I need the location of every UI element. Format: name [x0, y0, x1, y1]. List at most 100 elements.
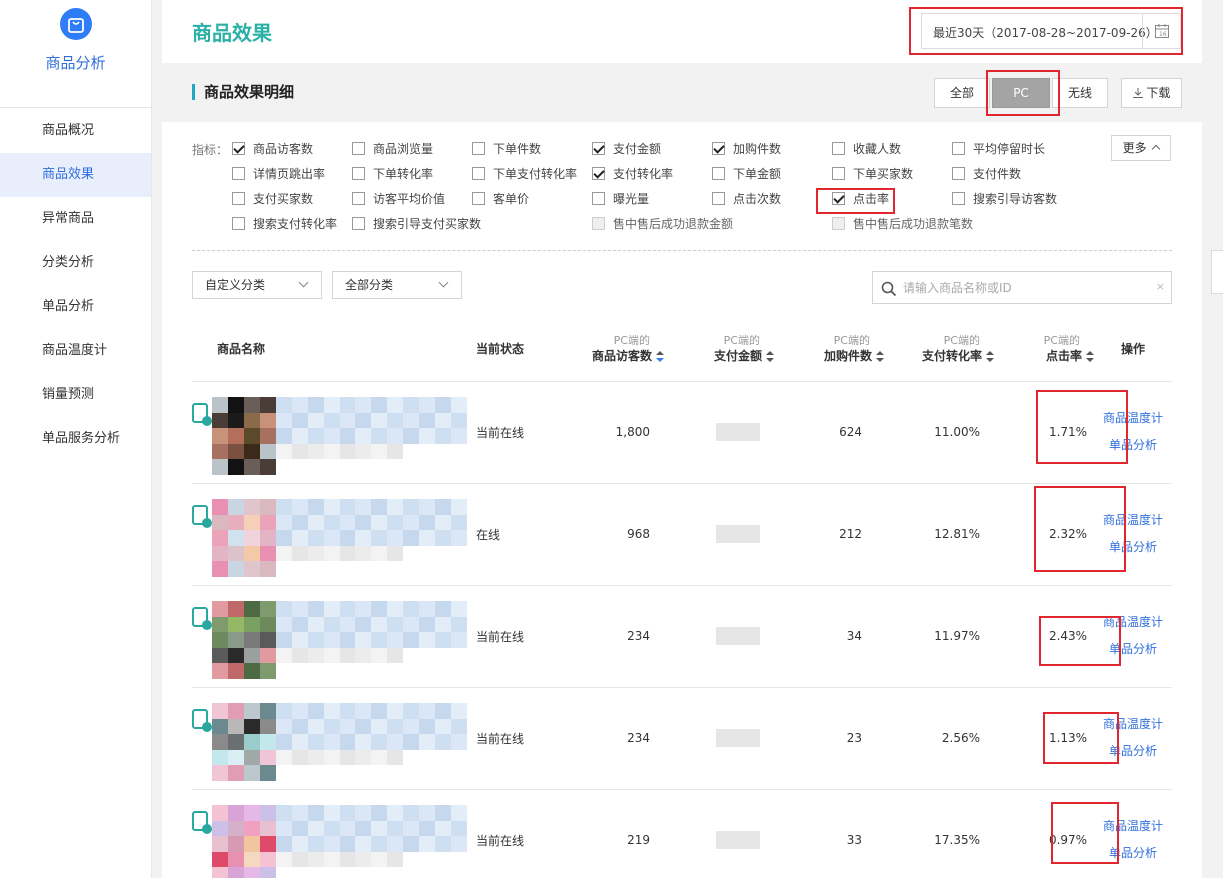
- sort-icon[interactable]: [766, 350, 774, 363]
- metric-checkbox[interactable]: 搜索支付转化率: [232, 217, 337, 233]
- metric-checkbox[interactable]: 加购件数: [712, 142, 781, 158]
- single-analysis-link[interactable]: 单品分析: [1094, 738, 1172, 765]
- product-thumb[interactable]: [192, 387, 467, 477]
- thermometer-link[interactable]: 商品温度计: [1094, 507, 1172, 534]
- single-analysis-link[interactable]: 单品分析: [1094, 432, 1172, 459]
- sidebar-item-thermometer[interactable]: 商品温度计: [0, 329, 151, 373]
- checkbox-box[interactable]: [472, 142, 485, 155]
- checkbox-box[interactable]: [952, 142, 965, 155]
- sidebar-item-service[interactable]: 单品服务分析: [0, 417, 151, 461]
- segment-pc[interactable]: PC: [992, 78, 1050, 108]
- checkbox-box[interactable]: [232, 217, 245, 230]
- sort-icon[interactable]: [986, 350, 994, 363]
- sidebar-item-effect[interactable]: 商品效果: [0, 153, 151, 197]
- checkbox-box[interactable]: [352, 167, 365, 180]
- sort-icon[interactable]: [656, 350, 664, 363]
- col-conv[interactable]: PC端的 支付转化率: [884, 318, 994, 382]
- metric-checkbox[interactable]: 平均停留时长: [952, 142, 1045, 158]
- sort-icon[interactable]: [876, 350, 884, 363]
- metric-checkbox[interactable]: 下单件数: [472, 142, 541, 158]
- all-category-select[interactable]: 全部分类: [332, 271, 462, 299]
- checkbox-box[interactable]: [472, 192, 485, 205]
- feedback-tab[interactable]: [1211, 250, 1223, 294]
- checkbox-box[interactable]: [592, 167, 605, 180]
- single-analysis-link[interactable]: 单品分析: [1094, 840, 1172, 867]
- search-input[interactable]: [903, 278, 1153, 298]
- checkbox-box[interactable]: [592, 142, 605, 155]
- product-cell[interactable]: [192, 483, 476, 586]
- more-button[interactable]: 更多: [1111, 135, 1171, 161]
- metric-checkbox[interactable]: 点击率: [832, 192, 889, 208]
- metric-checkbox[interactable]: 访客平均价值: [352, 192, 445, 208]
- metric-checkbox[interactable]: 支付转化率: [592, 167, 673, 183]
- col-visitors[interactable]: PC端的 商品访客数: [556, 318, 664, 382]
- checkbox-box[interactable]: [832, 167, 845, 180]
- segment-all[interactable]: 全部: [934, 78, 990, 108]
- checkbox-box[interactable]: [952, 192, 965, 205]
- product-cell[interactable]: [192, 381, 476, 484]
- col-pay[interactable]: PC端的 支付金额: [664, 318, 774, 382]
- product-cell[interactable]: [192, 687, 476, 790]
- thermometer-link[interactable]: 商品温度计: [1094, 711, 1172, 738]
- thermometer-link[interactable]: 商品温度计: [1094, 813, 1172, 840]
- sidebar-item-forecast[interactable]: 销量预测: [0, 373, 151, 417]
- product-thumb[interactable]: [192, 489, 467, 579]
- metric-checkbox[interactable]: 搜索引导支付买家数: [352, 217, 481, 233]
- checkbox-box[interactable]: [592, 192, 605, 205]
- sort-icon[interactable]: [1086, 350, 1094, 363]
- col-ctr[interactable]: PC端的 点击率: [994, 318, 1094, 382]
- checkbox-box[interactable]: [712, 142, 725, 155]
- checkbox-box[interactable]: [832, 192, 845, 205]
- sidebar-item-category[interactable]: 分类分析: [0, 241, 151, 285]
- product-thumb[interactable]: [192, 693, 467, 783]
- thermometer-link[interactable]: 商品温度计: [1094, 609, 1172, 636]
- single-analysis-link[interactable]: 单品分析: [1094, 534, 1172, 561]
- checkbox-box[interactable]: [832, 142, 845, 155]
- product-cell[interactable]: [192, 789, 476, 878]
- checkbox-box[interactable]: [352, 142, 365, 155]
- thermometer-link[interactable]: 商品温度计: [1094, 405, 1172, 432]
- checkbox-box[interactable]: [232, 167, 245, 180]
- metric-checkbox[interactable]: 商品浏览量: [352, 142, 433, 158]
- metric-checkbox[interactable]: 支付买家数: [232, 192, 313, 208]
- metric-checkbox[interactable]: 收藏人数: [832, 142, 901, 158]
- mosaic-cell: [403, 867, 420, 878]
- metric-checkbox[interactable]: 下单支付转化率: [472, 167, 577, 183]
- metric-checkbox[interactable]: 支付金额: [592, 142, 661, 158]
- custom-category-select[interactable]: 自定义分类: [192, 271, 322, 299]
- checkbox-box[interactable]: [232, 142, 245, 155]
- segment-wireless[interactable]: 无线: [1052, 78, 1108, 108]
- calendar-button[interactable]: 16: [1142, 14, 1180, 48]
- sidebar-item-overview[interactable]: 商品概况: [0, 109, 151, 153]
- checkbox-box[interactable]: [472, 167, 485, 180]
- product-thumb[interactable]: [192, 795, 467, 878]
- sidebar-item-single[interactable]: 单品分析: [0, 285, 151, 329]
- checkbox-box[interactable]: [352, 192, 365, 205]
- download-button[interactable]: 下载: [1121, 78, 1182, 108]
- date-range-picker[interactable]: 最近30天（2017-08-28~2017-09-26） 16: [921, 13, 1181, 49]
- checkbox-box[interactable]: [952, 167, 965, 180]
- metric-checkbox[interactable]: 商品访客数: [232, 142, 313, 158]
- metric-checkbox[interactable]: 曝光量: [592, 192, 649, 208]
- metric-checkbox[interactable]: 搜索引导访客数: [952, 192, 1057, 208]
- col-cart[interactable]: PC端的 加购件数: [774, 318, 884, 382]
- metric-checkbox[interactable]: 支付件数: [952, 167, 1021, 183]
- search-box[interactable]: ×: [872, 271, 1172, 304]
- metric-checkbox[interactable]: 下单买家数: [832, 167, 913, 183]
- checkbox-box[interactable]: [712, 167, 725, 180]
- status-cell: 当前在线: [476, 585, 556, 688]
- clear-icon[interactable]: ×: [1156, 280, 1165, 293]
- metric-checkbox[interactable]: 下单转化率: [352, 167, 433, 183]
- product-thumb[interactable]: [192, 591, 467, 681]
- product-cell[interactable]: [192, 585, 476, 688]
- metric-checkbox[interactable]: 点击次数: [712, 192, 781, 208]
- checkbox-box[interactable]: [232, 192, 245, 205]
- metric-checkbox[interactable]: 客单价: [472, 192, 529, 208]
- sidebar-item-abnormal[interactable]: 异常商品: [0, 197, 151, 241]
- metric-checkbox[interactable]: 下单金额: [712, 167, 781, 183]
- mosaic-cell: [435, 459, 452, 475]
- checkbox-box[interactable]: [352, 217, 365, 230]
- metric-checkbox[interactable]: 详情页跳出率: [232, 167, 325, 183]
- checkbox-box[interactable]: [712, 192, 725, 205]
- single-analysis-link[interactable]: 单品分析: [1094, 636, 1172, 663]
